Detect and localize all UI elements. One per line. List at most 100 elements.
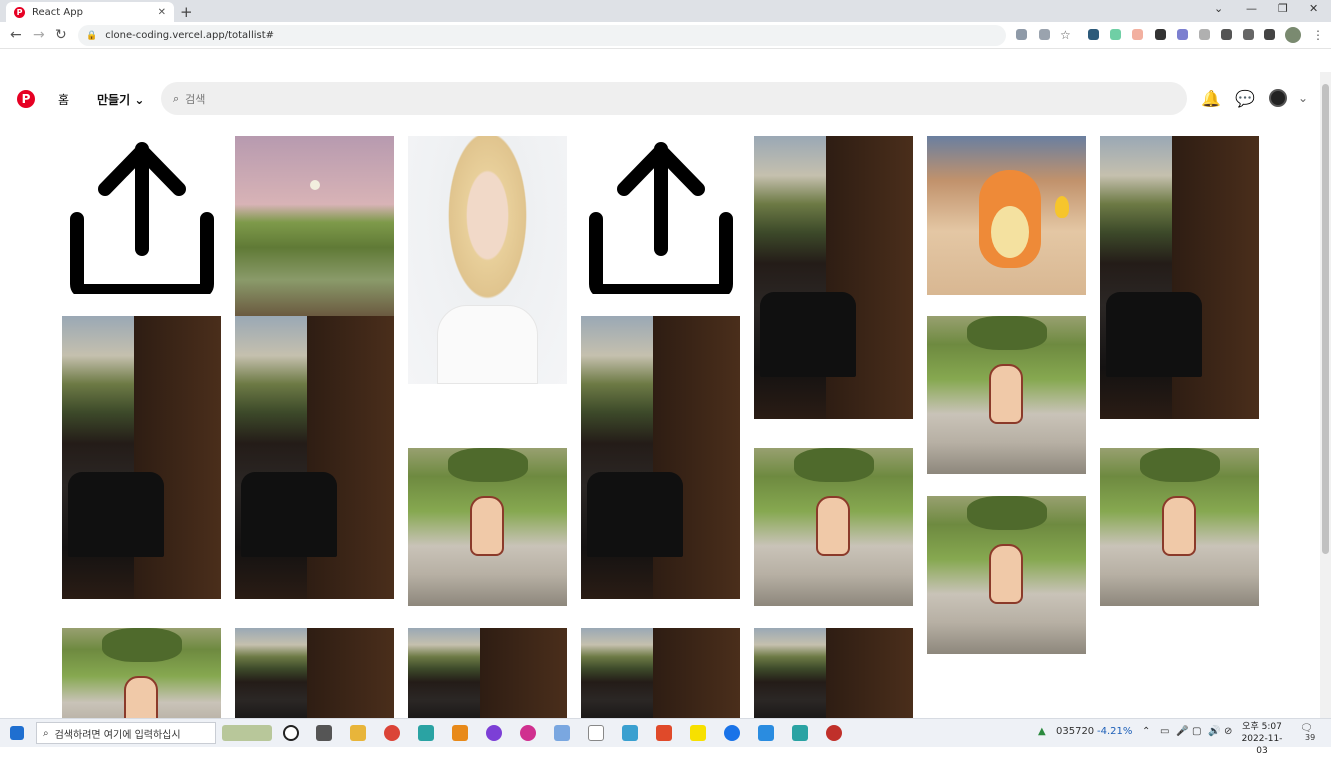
taskbar-search-placeholder: 검색하려면 여기에 입력하십시 <box>54 729 181 741</box>
puzzle-extensions-icon[interactable] <box>1243 29 1254 40</box>
bookmark-star-icon[interactable]: ☆ <box>1060 28 1071 42</box>
task-view-icon[interactable] <box>316 725 332 741</box>
app-icon[interactable] <box>418 725 434 741</box>
close-window-button[interactable]: ✕ <box>1309 2 1318 15</box>
search-input[interactable]: ⌕ 검색 <box>161 82 1187 115</box>
stock-change: -4.21% <box>1097 726 1133 737</box>
pin-shinchan-image[interactable] <box>754 448 913 606</box>
taskbar-clock[interactable]: 오후 5:07 2022-11-03 <box>1236 721 1288 757</box>
page-scrollbar[interactable] <box>1320 72 1331 718</box>
pin-shinchan-image[interactable] <box>927 316 1086 474</box>
side-panel-icon[interactable] <box>1264 29 1275 40</box>
account-chevron-icon[interactable]: ⌄ <box>1298 91 1308 105</box>
stock-chart-icon: ▲ <box>1038 726 1046 737</box>
search-icon: ⌕ <box>173 91 180 105</box>
windows-taskbar: ⌕ 검색하려면 여기에 입력하십시 ▲ 035720 -4.21% ⌃ ▭ 🎤 … <box>0 718 1331 756</box>
notification-count: 39 <box>1305 733 1316 742</box>
upload-icon <box>69 141 214 294</box>
clock-date: 2022-11-03 <box>1241 734 1283 756</box>
translate-icon[interactable] <box>1016 29 1027 40</box>
back-arrow-icon[interactable]: ← <box>10 27 22 43</box>
browser-tab[interactable]: P React App ✕ <box>6 2 174 22</box>
pin-shinchan-image[interactable] <box>1100 448 1259 606</box>
app-icon[interactable] <box>486 725 502 741</box>
pin-room-image[interactable] <box>754 628 913 718</box>
kakaotalk-icon[interactable] <box>690 725 706 741</box>
pin-shinchan-image[interactable] <box>62 628 221 718</box>
stock-code[interactable]: 035720 <box>1056 726 1094 737</box>
network-icon[interactable]: ▭ <box>1160 726 1169 737</box>
tab-close-icon[interactable]: ✕ <box>158 7 166 18</box>
new-tab-button[interactable]: + <box>180 3 193 21</box>
tab-search-chevron-icon[interactable]: ⌄ <box>1214 2 1223 15</box>
pin-portrait-image[interactable] <box>408 136 567 384</box>
windows-start-icon[interactable] <box>10 726 24 740</box>
pinterest-logo-icon[interactable]: P <box>17 90 35 108</box>
tab-title: React App <box>32 6 83 18</box>
pin-grid <box>0 120 1320 718</box>
app-header: P 홈 만들기 ⌄ ⌕ 검색 🔔 💬 ⌄ <box>0 80 1320 118</box>
pin-room-image[interactable] <box>581 628 740 718</box>
pinterest-favicon-icon: P <box>14 6 25 18</box>
extension-icon[interactable] <box>1110 29 1121 40</box>
pin-room-image[interactable] <box>754 136 913 419</box>
pin-room-image[interactable] <box>408 628 567 718</box>
pin-shinchan-image[interactable] <box>408 448 567 606</box>
pin-room-image[interactable] <box>235 316 394 599</box>
upload-pin[interactable] <box>581 136 740 296</box>
share-icon[interactable] <box>1039 29 1050 40</box>
messages-icon[interactable]: 💬 <box>1235 89 1255 108</box>
upload-pin[interactable] <box>62 136 221 296</box>
pin-room-image[interactable] <box>235 628 394 718</box>
scrollbar-thumb[interactable] <box>1322 84 1329 554</box>
lock-icon: 🔒 <box>86 30 98 41</box>
cortana-icon[interactable] <box>283 725 299 741</box>
pin-room-image[interactable] <box>62 316 221 599</box>
create-label: 만들기 <box>97 93 131 107</box>
app-icon[interactable] <box>554 725 570 741</box>
maps-icon[interactable] <box>724 725 740 741</box>
microphone-icon[interactable]: 🎤 <box>1176 726 1188 737</box>
forward-arrow-icon[interactable]: → <box>33 27 45 43</box>
browser-tab-strip: P React App ✕ + ⌄ — ❐ ✕ <box>0 0 1331 22</box>
app-icon[interactable] <box>622 725 638 741</box>
extension-icon[interactable] <box>1132 29 1143 40</box>
display-icon[interactable]: ▢ <box>1192 726 1201 737</box>
extension-icon[interactable] <box>1177 29 1188 40</box>
menu-dots-icon[interactable]: ⋮ <box>1312 28 1324 42</box>
chrome-icon[interactable] <box>384 725 400 741</box>
show-hidden-icons-chevron[interactable]: ⌃ <box>1142 726 1150 737</box>
pin-meadow-image[interactable] <box>235 136 394 316</box>
bell-icon[interactable]: 🔔 <box>1201 89 1221 108</box>
create-menu-button[interactable]: 만들기 ⌄ <box>97 91 144 108</box>
app-icon[interactable] <box>520 725 536 741</box>
extension-icon[interactable] <box>1221 29 1232 40</box>
typora-icon[interactable] <box>588 725 604 741</box>
volume-icon[interactable]: 🔊 <box>1208 726 1220 737</box>
pin-charmander-image[interactable] <box>927 136 1086 295</box>
pin-room-image[interactable] <box>581 316 740 599</box>
app-icon[interactable] <box>452 725 468 741</box>
app-icon[interactable] <box>826 725 842 741</box>
pin-shinchan-image[interactable] <box>927 496 1086 654</box>
search-placeholder: 검색 <box>185 92 206 106</box>
restore-window-button[interactable]: ❐ <box>1278 2 1288 15</box>
upload-icon <box>588 141 733 294</box>
extension-icon[interactable] <box>1155 29 1166 40</box>
taskbar-search-input[interactable]: ⌕ 검색하려면 여기에 입력하십시 <box>36 722 216 744</box>
profile-avatar[interactable] <box>1285 27 1301 43</box>
address-bar[interactable]: 🔒 clone-coding.vercel.app/totallist# <box>78 25 1006 46</box>
extension-icon[interactable] <box>1088 29 1099 40</box>
file-explorer-icon[interactable] <box>350 725 366 741</box>
vscode-icon[interactable] <box>758 725 774 741</box>
extension-icon[interactable] <box>1199 29 1210 40</box>
pin-room-image[interactable] <box>1100 136 1259 419</box>
ime-icon[interactable]: ⊘ <box>1224 726 1232 737</box>
minimize-window-button[interactable]: — <box>1246 2 1257 15</box>
search-highlight-image <box>222 725 272 741</box>
reload-icon[interactable]: ↻ <box>55 27 67 43</box>
app-icon[interactable] <box>656 725 672 741</box>
user-avatar[interactable] <box>1269 89 1287 107</box>
app-icon[interactable] <box>792 725 808 741</box>
home-link[interactable]: 홈 <box>58 91 69 108</box>
